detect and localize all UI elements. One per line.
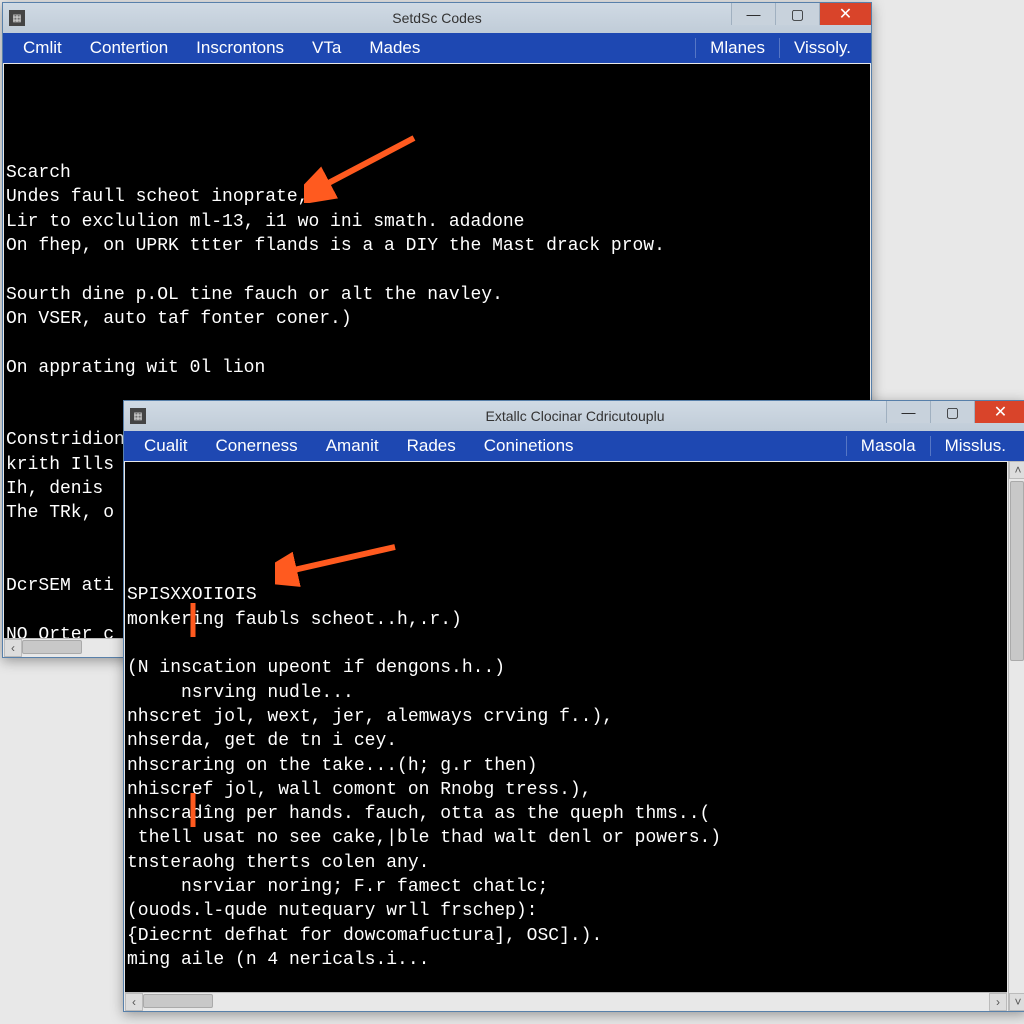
terminal-line: nhscret jol, wext, jer, alemways crving … (127, 705, 1005, 729)
terminal-line (6, 331, 868, 355)
menu-item-mades[interactable]: Mades (355, 38, 434, 58)
terminal-line (6, 258, 868, 282)
maximize-button[interactable]: ▢ (775, 3, 819, 25)
terminal-line: On apprating wit 0l lion (6, 356, 868, 380)
menu-item-cmlit[interactable]: Cmlit (9, 38, 76, 58)
menu-item-vta[interactable]: VTa (298, 38, 355, 58)
titlebar[interactable]: ▦ Extallc Clocinar Cdricutouplu — ▢ ✕ (124, 401, 1024, 431)
scroll-thumb[interactable] (22, 640, 82, 654)
terminal-line: (N inscation upeont if dengons.h..) (127, 656, 1005, 680)
terminal-line (127, 632, 1005, 656)
terminal-line: Lir to exclulion ml-13, i1 wo ini smath.… (6, 210, 868, 234)
terminal-line: tnsteraohg therts colen any. (127, 851, 1005, 875)
terminal-line: thell usat no see cake,|ble thad walt de… (127, 826, 1005, 850)
scroll-right-arrow-icon[interactable]: › (989, 993, 1007, 1011)
titlebar[interactable]: ▦ SetdSc Codes — ▢ ✕ (3, 3, 871, 33)
horizontal-scrollbar[interactable]: ‹ › (125, 992, 1007, 1010)
minimize-button[interactable]: — (886, 401, 930, 423)
terminal-line: On VSER, auto taf fonter coner.) (6, 307, 868, 331)
vertical-scrollbar[interactable]: ˄ ˅ (1008, 461, 1024, 1011)
terminal-line: nhserda, get de tn i cey. (127, 729, 1005, 753)
terminal-line: Sourth dine p.OL tine fauch or alt the n… (6, 283, 868, 307)
menu-item-misslus[interactable]: Misslus. (930, 436, 1020, 456)
scroll-up-arrow-icon[interactable]: ˄ (1009, 461, 1024, 479)
menu-item-amanit[interactable]: Amanit (312, 436, 393, 456)
minimize-button[interactable]: — (731, 3, 775, 25)
terminal-line: nhscraring on the take...(h; g.r then) (127, 754, 1005, 778)
menu-bar: Cualit Conerness Amanit Rades Coninetion… (124, 431, 1024, 461)
menu-item-conerness[interactable]: Conerness (201, 436, 311, 456)
scroll-down-arrow-icon[interactable]: ˅ (1009, 993, 1024, 1011)
terminal-line: SPISXXOIIOIS (127, 583, 1005, 607)
menu-bar: Cmlit Contertion Inscrontons VTa Mades M… (3, 33, 871, 63)
scroll-left-arrow-icon[interactable]: ‹ (125, 993, 143, 1011)
terminal-line: ming aile (n 4 nericals.i... (127, 948, 1005, 972)
window-extallc-clocinar: ▦ Extallc Clocinar Cdricutouplu — ▢ ✕ Cu… (123, 400, 1024, 1012)
scroll-thumb[interactable] (1010, 481, 1024, 661)
menu-item-rades[interactable]: Rades (393, 436, 470, 456)
terminal-line: On fhep, on UPRK ttter flands is a a DIY… (6, 234, 868, 258)
terminal-line: Undes faull scheot inoprate, (6, 185, 868, 209)
menu-item-contertion[interactable]: Contertion (76, 38, 182, 58)
app-icon: ▦ (130, 408, 146, 424)
terminal-line: nsrviar noring; F.r famect chatlc; (127, 875, 1005, 899)
window-buttons: — ▢ ✕ (731, 3, 871, 33)
app-icon: ▦ (9, 10, 25, 26)
maximize-button[interactable]: ▢ (930, 401, 974, 423)
terminal-line: nhscradîng per hands. fauch, otta as the… (127, 802, 1005, 826)
terminal-line: Scarch (6, 161, 868, 185)
menu-item-cualit[interactable]: Cualit (130, 436, 201, 456)
terminal-line: nhiscref jol, wall comont on Rnobg tress… (127, 778, 1005, 802)
menu-item-mlanes[interactable]: Mlanes (695, 38, 779, 58)
scroll-left-arrow-icon[interactable]: ‹ (4, 639, 22, 657)
close-button[interactable]: ✕ (819, 3, 871, 25)
terminal-line: {Diecrnt defhat for dowcomafuctura], OSC… (127, 924, 1005, 948)
window-buttons: — ▢ ✕ (886, 401, 1024, 431)
terminal-line: nsrving nudle... (127, 681, 1005, 705)
scroll-track[interactable] (143, 993, 989, 1011)
menu-item-masola[interactable]: Masola (846, 436, 930, 456)
terminal-output[interactable]: SPISXXOIIOISmonkering faubls scheot..h,.… (125, 462, 1007, 992)
menu-item-inscrontons[interactable]: Inscrontons (182, 38, 298, 58)
terminal-line: (ouods.l-qude nutequary wrll frschep): (127, 899, 1005, 923)
scroll-thumb[interactable] (143, 994, 213, 1008)
close-button[interactable]: ✕ (974, 401, 1024, 423)
terminal-line: monkering faubls scheot..h,.r.) (127, 608, 1005, 632)
menu-item-vissoly[interactable]: Vissoly. (779, 38, 865, 58)
scroll-track[interactable] (1009, 479, 1024, 993)
menu-item-coninetions[interactable]: Coninetions (470, 436, 588, 456)
